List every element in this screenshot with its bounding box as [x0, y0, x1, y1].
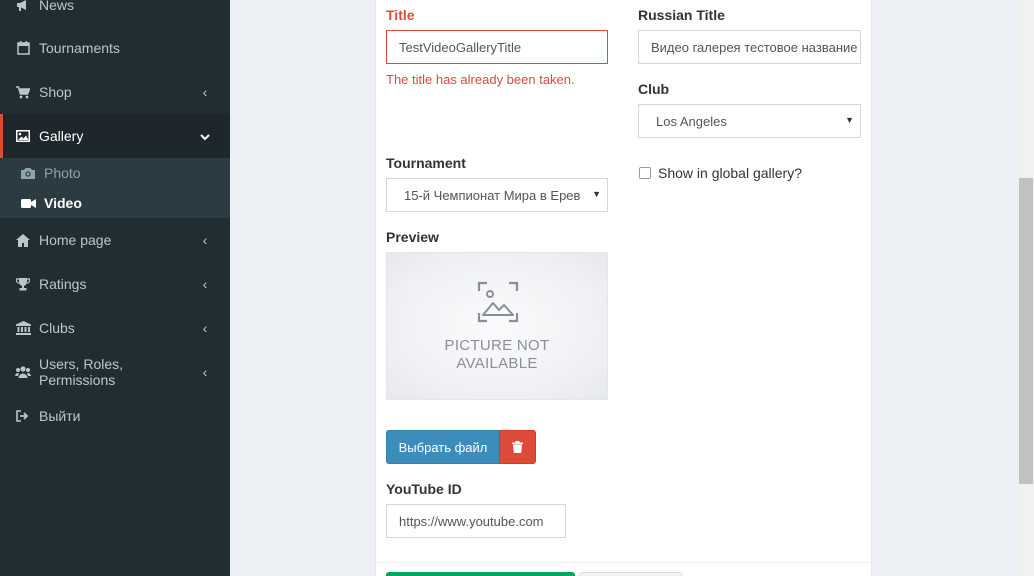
youtube-id-input-value: https://www.youtube.com	[399, 513, 544, 529]
sidebar-item-label: Gallery	[39, 128, 84, 144]
chevron-left-icon: ‹	[202, 364, 208, 380]
trophy-icon	[15, 276, 31, 292]
sidebar-item-news[interactable]: News	[0, 0, 230, 27]
russian-title-input[interactable]: Видео галерея тестовое название	[638, 30, 861, 64]
select-caret-icon: ▼	[845, 115, 854, 125]
image-icon	[15, 128, 31, 144]
club-label: Club	[638, 81, 670, 97]
title-label: Title	[386, 7, 415, 23]
delete-file-button[interactable]	[499, 430, 536, 464]
tournament-select-value: 15-й Чемпионат Мира в Ереване	[404, 187, 580, 203]
home-icon	[15, 232, 31, 248]
sidebar-item-label: Выйти	[39, 408, 81, 424]
sidebar-subitem-label: Video	[44, 195, 82, 211]
club-select-value: Los Angeles	[656, 113, 727, 129]
institution-icon	[15, 320, 31, 336]
sidebar-item-gallery[interactable]: Gallery	[0, 114, 230, 158]
cart-icon	[15, 84, 31, 100]
sidebar-item-label: Clubs	[39, 320, 75, 336]
tournament-select[interactable]: 15-й Чемпионат Мира в Ереване ▼	[386, 178, 608, 212]
preview-label: Preview	[386, 229, 439, 245]
sidebar-item-clubs[interactable]: Clubs ‹	[0, 306, 230, 350]
sidebar-item-logout[interactable]: Выйти	[0, 394, 230, 438]
chevron-down-icon	[198, 128, 212, 144]
sidebar-subitem-video[interactable]: Video	[0, 188, 230, 218]
preview-placeholder-line1: PICTURE NOT	[444, 337, 550, 354]
choose-file-button[interactable]: Выбрать файл	[386, 430, 500, 464]
sidebar-item-tournaments[interactable]: Tournaments	[0, 26, 230, 70]
select-caret-icon: ▼	[592, 189, 601, 199]
russian-title-input-value: Видео галерея тестовое название	[651, 39, 858, 55]
box-footer-divider	[376, 562, 871, 563]
club-select[interactable]: Los Angeles ▼	[638, 104, 861, 138]
sidebar-item-label: Ratings	[39, 276, 87, 292]
youtube-id-input[interactable]: https://www.youtube.com	[386, 504, 566, 538]
bullhorn-icon	[15, 0, 31, 13]
chevron-left-icon: ‹	[202, 84, 208, 100]
sidebar-item-shop[interactable]: Shop ‹	[0, 70, 230, 114]
sidebar: News Tournaments Shop ‹ Gallery Photo Vi…	[0, 0, 230, 576]
trash-icon	[512, 441, 523, 453]
tournament-label: Tournament	[386, 155, 466, 171]
camera-icon	[20, 167, 36, 179]
title-input[interactable]: TestVideoGalleryTitle	[386, 30, 608, 64]
sidebar-subitem-photo[interactable]: Photo	[0, 158, 230, 188]
chevron-left-icon: ‹	[202, 232, 208, 248]
cancel-button[interactable]	[579, 572, 682, 576]
preview-placeholder-text: PICTURE NOT AVAILABLE	[387, 337, 607, 373]
russian-title-label: Russian Title	[638, 7, 725, 23]
preview-image-placeholder: PICTURE NOT AVAILABLE	[386, 252, 608, 400]
sidebar-item-label: Tournaments	[39, 40, 120, 56]
sidebar-item-label: Home page	[39, 232, 112, 248]
sidebar-item-users-roles-permissions[interactable]: Users, Roles, Permissions ‹	[0, 350, 230, 394]
content-wrapper: Title TestVideoGalleryTitle The title ha…	[230, 0, 1018, 576]
video-camera-icon	[20, 198, 36, 209]
sidebar-subitem-label: Photo	[44, 165, 81, 181]
global-gallery-label[interactable]: Show in global gallery?	[658, 165, 802, 181]
preview-placeholder-line2: AVAILABLE	[456, 355, 538, 372]
sidebar-item-ratings[interactable]: Ratings ‹	[0, 262, 230, 306]
sidebar-item-label: News	[39, 0, 75, 13]
sidebar-item-home-page[interactable]: Home page ‹	[0, 218, 230, 262]
gallery-submenu: Photo Video	[0, 158, 230, 218]
sidebar-item-label: Shop	[39, 84, 72, 100]
form-box: Title TestVideoGalleryTitle The title ha…	[375, 0, 872, 576]
sidebar-item-label: Users, Roles, Permissions	[39, 356, 124, 388]
sign-out-icon	[15, 408, 31, 424]
picture-not-available-icon	[477, 281, 519, 323]
users-icon	[15, 364, 31, 380]
title-input-value: TestVideoGalleryTitle	[399, 39, 522, 55]
youtube-id-label: YouTube ID	[386, 481, 462, 497]
calendar-icon	[15, 40, 31, 56]
global-gallery-checkbox[interactable]	[639, 167, 651, 179]
title-error-message: The title has already been taken.	[386, 72, 575, 87]
save-button[interactable]	[386, 572, 575, 576]
page-scrollbar-thumb[interactable]	[1019, 178, 1033, 484]
chevron-left-icon: ‹	[202, 276, 208, 292]
chevron-left-icon: ‹	[202, 320, 208, 336]
